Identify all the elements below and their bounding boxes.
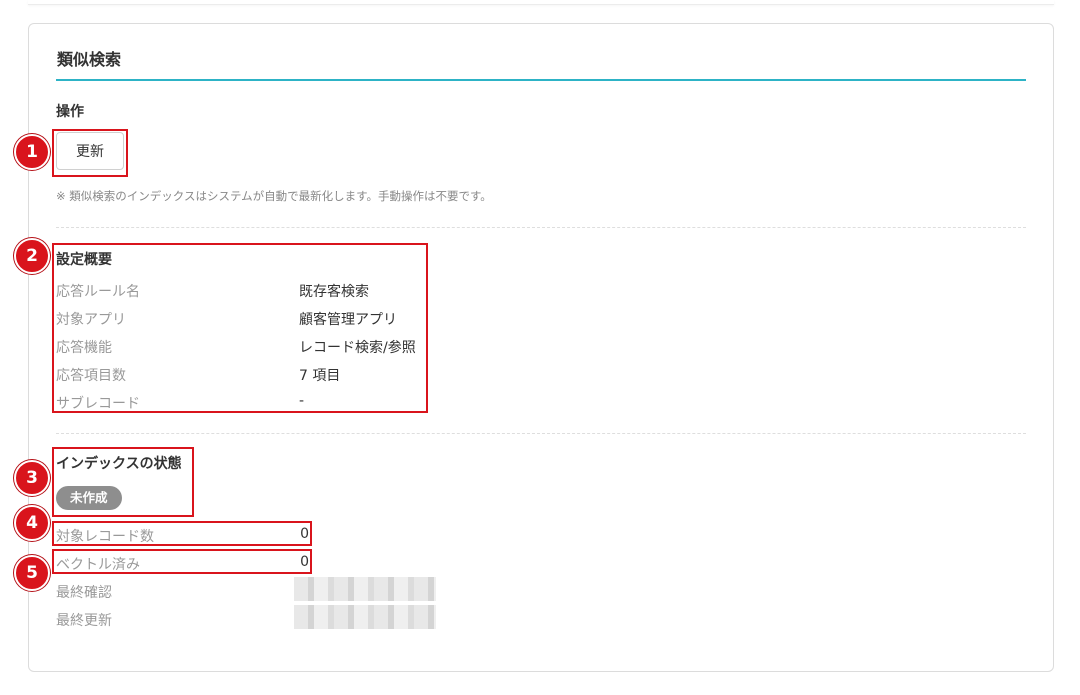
operations-heading: 操作: [56, 104, 84, 120]
marker-5: 5: [14, 555, 50, 591]
last-checked-redacted: [294, 577, 436, 601]
last-checked-label: 最終確認: [56, 585, 112, 601]
marker-4: 4: [14, 505, 50, 541]
marker-3: 3: [14, 460, 50, 496]
auto-update-note: ※ 類似検索のインデックスはシステムが自動で最新化します。手動操作は不要です。: [56, 189, 492, 203]
divider: [56, 433, 1026, 434]
marker-2: 2: [14, 238, 50, 274]
highlight-box-2: [52, 243, 428, 413]
marker-1: 1: [14, 134, 50, 170]
highlight-box-5: [52, 549, 312, 574]
title-divider: [56, 79, 1026, 81]
previous-card-edge: [28, 0, 1054, 5]
last-updated-redacted: [294, 605, 436, 629]
section-title: 類似検索: [57, 50, 122, 69]
highlight-box-1: [52, 129, 128, 177]
highlight-box-3: [52, 447, 194, 517]
last-updated-label: 最終更新: [56, 613, 112, 629]
highlight-box-4: [52, 521, 312, 546]
divider: [56, 227, 1026, 228]
